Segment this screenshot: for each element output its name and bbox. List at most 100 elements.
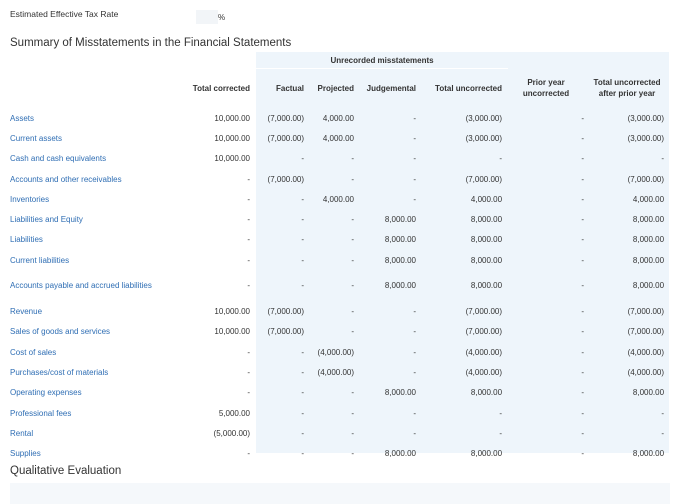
cell-total-corrected: -: [247, 194, 250, 204]
cell-factual: -: [301, 154, 304, 164]
cell-judgemental: 8,000.00: [384, 215, 416, 225]
cell-prior-year-uncorrected: -: [581, 235, 585, 245]
cell-projected: (4,000.00): [317, 347, 354, 357]
cell-judgemental: -: [413, 194, 416, 204]
account-link[interactable]: Purchases/cost of materials: [10, 362, 184, 382]
table-column-header-row: Total corrected Factual Projected Judgem…: [10, 69, 670, 109]
cell-judgemental: 8,000.00: [384, 255, 416, 265]
misstatements-summary-table: Unrecorded misstatements Total corrected…: [10, 52, 670, 464]
account-link[interactable]: Assets: [10, 108, 184, 128]
cell-total-corrected: (5,000.00): [213, 428, 250, 438]
account-link[interactable]: Current liabilities: [10, 250, 184, 270]
cell-factual: -: [301, 215, 304, 225]
cell-total-uncorrected: 8,000.00: [470, 281, 503, 291]
cell-prior-year-uncorrected: -: [581, 388, 585, 398]
cell-total-corrected: -: [247, 449, 250, 459]
account-link[interactable]: Current assets: [10, 128, 184, 148]
col-total-uncorrected: Total uncorrected: [435, 84, 503, 93]
cell-factual: -: [301, 388, 304, 398]
col-judgemental: Judgemental: [366, 84, 416, 93]
cell-total-after-prior-year: (7,000.00): [627, 307, 665, 317]
account-link[interactable]: Cost of sales: [10, 342, 184, 362]
cell-total-corrected: -: [247, 174, 250, 184]
cell-prior-year-uncorrected: -: [581, 255, 585, 265]
cell-total-uncorrected: (7,000.00): [465, 327, 503, 337]
unrecorded-misstatements-header: Unrecorded misstatements: [256, 52, 509, 69]
effective-tax-rate-label: Estimated Effective Tax Rate: [10, 9, 119, 19]
cell-total-after-prior-year: 8,000.00: [632, 235, 665, 245]
cell-total-after-prior-year: (3,000.00): [627, 113, 665, 123]
cell-prior-year-uncorrected: -: [581, 367, 585, 377]
cell-total-after-prior-year: (4,000.00): [627, 347, 665, 357]
account-link[interactable]: Liabilities and Equity: [10, 209, 184, 229]
effective-tax-rate-row: Estimated Effective Tax Rate %: [10, 9, 670, 25]
cell-total-uncorrected: 4,000.00: [470, 194, 503, 204]
percent-unit-label: %: [218, 13, 226, 22]
account-link[interactable]: Accounts and other receivables: [10, 169, 184, 189]
cell-total-uncorrected: (7,000.00): [465, 307, 503, 317]
col-total-corrected: Total corrected: [192, 83, 250, 93]
cell-projected: -: [351, 449, 354, 459]
cell-total-corrected: 5,000.00: [218, 408, 250, 418]
account-link[interactable]: Accounts payable and accrued liabilities: [10, 270, 184, 301]
table-row: Cost of sales - - (4,000.00) - (4,000.00) - (4,…: [10, 342, 670, 362]
cell-total-uncorrected: -: [499, 154, 503, 164]
cell-total-after-prior-year: (7,000.00): [627, 327, 665, 337]
cell-factual: -: [301, 367, 304, 377]
account-link[interactable]: Supplies: [10, 443, 184, 463]
account-link[interactable]: Cash and cash equivalents: [10, 149, 184, 169]
account-link[interactable]: Sales of goods and services: [10, 322, 184, 342]
cell-total-corrected: -: [247, 388, 250, 398]
account-link[interactable]: Operating expenses: [10, 383, 184, 403]
cell-total-uncorrected: 8,000.00: [470, 449, 503, 459]
table-row: Professional fees 5,000.00 - - - - - -: [10, 403, 670, 423]
cell-total-after-prior-year: 4,000.00: [632, 194, 665, 204]
cell-total-uncorrected: 8,000.00: [470, 255, 503, 265]
cell-prior-year-uncorrected: -: [581, 113, 585, 123]
cell-projected: -: [351, 235, 354, 245]
cell-prior-year-uncorrected: -: [581, 154, 585, 164]
cell-prior-year-uncorrected: -: [581, 281, 585, 291]
cell-total-after-prior-year: 8,000.00: [632, 255, 665, 265]
cell-prior-year-uncorrected: -: [581, 307, 585, 317]
account-link[interactable]: Liabilities: [10, 230, 184, 250]
cell-factual: -: [301, 235, 304, 245]
account-link[interactable]: Professional fees: [10, 403, 184, 423]
table-row: Liabilities - - - 8,000.00 8,000.00 - 8,000.00: [10, 230, 670, 250]
effective-tax-rate-input[interactable]: [196, 10, 218, 24]
cell-prior-year-uncorrected: -: [581, 215, 585, 225]
cell-factual: -: [301, 194, 304, 204]
account-link[interactable]: Rental: [10, 423, 184, 443]
cell-judgemental: 8,000.00: [384, 388, 416, 398]
cell-prior-year-uncorrected: -: [581, 133, 585, 143]
col-prior-year-uncorrected: Prior year uncorrected: [522, 78, 570, 99]
table-row: Assets 10,000.00 (7,000.00) 4,000.00 - (3,000…: [10, 108, 670, 128]
cell-factual: -: [301, 347, 304, 357]
cell-projected: -: [351, 327, 354, 337]
cell-judgemental: -: [413, 154, 416, 164]
cell-judgemental: -: [413, 408, 416, 418]
account-link[interactable]: Revenue: [10, 301, 184, 321]
cell-total-uncorrected: 8,000.00: [470, 235, 503, 245]
table-body: Assets 10,000.00 (7,000.00) 4,000.00 - (3,000…: [10, 108, 670, 464]
cell-prior-year-uncorrected: -: [581, 327, 585, 337]
cell-judgemental: 8,000.00: [384, 449, 416, 459]
cell-total-corrected: -: [247, 215, 250, 225]
cell-factual: (7,000.00): [267, 307, 304, 317]
cell-total-uncorrected: 8,000.00: [470, 215, 503, 225]
cell-total-uncorrected: 8,000.00: [470, 388, 503, 398]
table-row: Revenue 10,000.00 (7,000.00) - - (7,000.00) - (…: [10, 301, 670, 321]
cell-projected: -: [351, 215, 354, 225]
cell-factual: -: [301, 449, 304, 459]
table-row: Current assets 10,000.00 (7,000.00) 4,000.0…: [10, 128, 670, 148]
cell-total-uncorrected: (4,000.00): [465, 347, 503, 357]
cell-total-corrected: -: [247, 367, 250, 377]
cell-judgemental: -: [413, 307, 416, 317]
cell-total-corrected: 10,000.00: [214, 307, 250, 317]
account-link[interactable]: Inventories: [10, 189, 184, 209]
table-row: Accounts and other receivables - (7,000.00…: [10, 169, 670, 189]
cell-factual: (7,000.00): [267, 113, 304, 123]
cell-prior-year-uncorrected: -: [581, 347, 585, 357]
cell-total-uncorrected: -: [499, 428, 503, 438]
cell-total-uncorrected: (7,000.00): [465, 174, 503, 184]
